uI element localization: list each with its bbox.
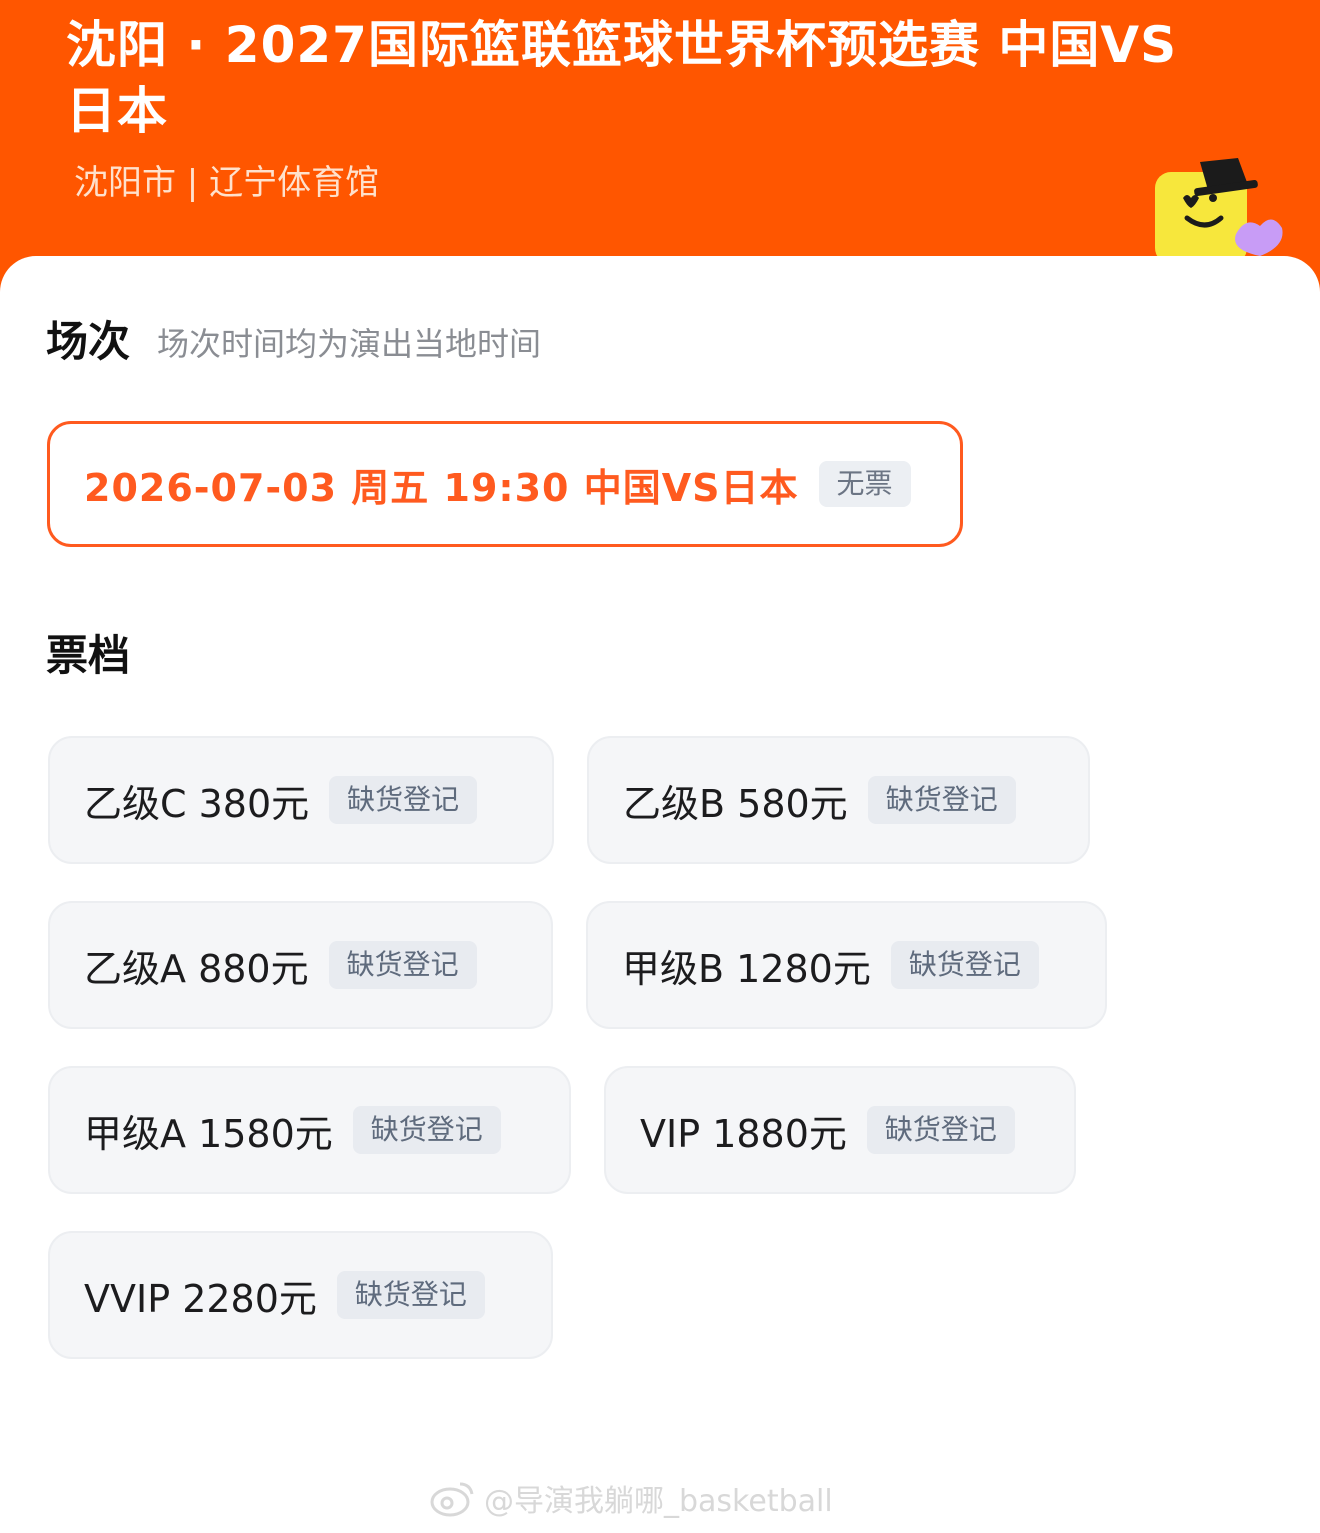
tier-option[interactable]: 乙级C 380元 缺货登记 [48, 736, 554, 864]
restock-register-button[interactable]: 缺货登记 [336, 1271, 485, 1319]
tier-name: 乙级A 880元 [84, 946, 309, 991]
smiley-mascot-icon [1155, 158, 1283, 260]
restock-register-button[interactable]: 缺货登记 [329, 776, 478, 824]
watermark: @导演我躺哪_basketball [430, 1476, 833, 1520]
no-ticket-badge: 无票 [818, 461, 911, 507]
tier-option[interactable]: 乙级B 580元 缺货登记 [587, 736, 1090, 864]
session-option[interactable]: 2026-07-03 周五 19:30 中国VS日本 无票 [47, 421, 963, 547]
header: 沈阳 · 2027国际篮联篮球世界杯预选赛 中国VS日本 沈阳市 | 辽宁体育馆 [0, 0, 1320, 300]
session-time-note: 场次时间均为演出当地时间 [157, 325, 542, 363]
tier-option[interactable]: VIP 1880元 缺货登记 [604, 1066, 1076, 1194]
tier-name: 甲级B 1280元 [622, 946, 871, 991]
tier-option[interactable]: 甲级A 1580元 缺货登记 [48, 1066, 571, 1194]
restock-register-button[interactable]: 缺货登记 [328, 941, 477, 989]
venue-line: 沈阳市 | 辽宁体育馆 [74, 163, 380, 203]
tier-option[interactable]: VVIP 2280元 缺货登记 [48, 1231, 553, 1359]
tier-name: 乙级B 580元 [623, 781, 848, 826]
tier-name: 乙级C 380元 [84, 781, 310, 826]
session-label: 2026-07-03 周五 19:30 中国VS日本 [84, 465, 799, 510]
tier-name: VVIP 2280元 [84, 1276, 317, 1321]
restock-register-button[interactable]: 缺货登记 [352, 1106, 501, 1154]
session-section-title: 场次 [46, 317, 131, 366]
tier-name: VIP 1880元 [640, 1111, 847, 1156]
tier-section-title: 票档 [46, 631, 131, 680]
tier-name: 甲级A 1580元 [84, 1111, 333, 1156]
watermark-text: @导演我躺哪_basketball [484, 1484, 833, 1519]
tier-option[interactable]: 甲级B 1280元 缺货登记 [586, 901, 1107, 1029]
restock-register-button[interactable]: 缺货登记 [890, 941, 1039, 989]
ticket-panel: 场次 场次时间均为演出当地时间 2026-07-03 周五 19:30 中国VS… [0, 256, 1320, 1533]
restock-register-button[interactable]: 缺货登记 [867, 776, 1016, 824]
tier-option[interactable]: 乙级A 880元 缺货登记 [48, 901, 553, 1029]
weibo-icon [430, 1482, 474, 1517]
event-title: 沈阳 · 2027国际篮联篮球世界杯预选赛 中国VS日本 [66, 16, 1178, 140]
restock-register-button[interactable]: 缺货登记 [866, 1106, 1015, 1154]
